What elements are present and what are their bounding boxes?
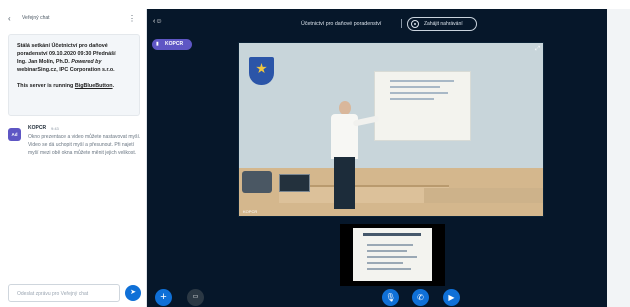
- slide-line: [390, 80, 454, 82]
- divider: [401, 19, 402, 28]
- public-chat-panel: ‹ Veřejný chat ⋮ Stálá setkání Účetnictv…: [0, 9, 147, 307]
- welcome-line-1: Stálá setkání Účetnictví pro daňové: [17, 43, 108, 49]
- emblem-logo: [249, 57, 274, 85]
- server-link[interactable]: BigBlueButton: [75, 83, 113, 89]
- start-recording-button[interactable]: Zahájit nahrávání: [407, 17, 477, 31]
- send-icon: ➤: [130, 289, 136, 296]
- avatar: Ad: [8, 128, 21, 141]
- camera-icon: ▶: [448, 293, 455, 302]
- meeting-title: Účetnictví pro daňové poradenství: [301, 21, 382, 27]
- plus-icon: +: [160, 291, 167, 303]
- welcome-message: Stálá setkání Účetnictví pro daňové pora…: [8, 34, 140, 116]
- chat-header: ‹ Veřejný chat ⋮: [8, 14, 140, 26]
- message-author: KOPCR: [28, 125, 47, 131]
- presentation-area: ‹☺ Účetnictví pro daňové poradenství Zah…: [147, 9, 628, 307]
- projector-screen: [374, 71, 471, 141]
- chat-message-input[interactable]: Odeslat zprávu pro Veřejný chat: [8, 284, 120, 302]
- record-icon: [411, 20, 419, 28]
- welcome-line-2: poradenství 09.10.2020 09:30 Přednáší: [17, 51, 116, 57]
- chat-options-icon[interactable]: ⋮: [128, 14, 136, 23]
- camera-button[interactable]: ▶: [443, 289, 460, 306]
- talking-icon: ▮: [156, 41, 159, 47]
- slide-bullet: [367, 262, 403, 264]
- screen-icon: ▭: [192, 294, 199, 300]
- phone-icon: ✆: [417, 293, 424, 302]
- slide-bullet: [367, 268, 411, 270]
- chat-message: Ad KOPCR 9:43 Okno prezentace a video mů…: [8, 125, 144, 175]
- screen-share-button[interactable]: ▭: [187, 289, 204, 306]
- welcome-line-4: webinarSing.cz, IPC Corporation s.r.o.: [17, 67, 115, 73]
- mute-button[interactable]: 🎙: [382, 289, 399, 306]
- laptop: [279, 174, 310, 192]
- fullscreen-icon[interactable]: ⤢: [535, 46, 540, 53]
- message-time: 9:43: [51, 126, 59, 131]
- video-caption: KOPCR: [243, 209, 258, 214]
- slide-line: [390, 98, 434, 100]
- record-label: Zahájit nahrávání: [424, 21, 463, 27]
- slide-bullet: [367, 256, 417, 258]
- webcam-video[interactable]: KOPCR ⤢: [238, 42, 544, 217]
- server-info: This server is running BigBlueButton.: [17, 83, 115, 89]
- chevron-left-icon[interactable]: ‹: [8, 14, 11, 23]
- send-button[interactable]: ➤: [125, 285, 141, 301]
- message-text: Okno prezentace a video můžete nastavova…: [28, 134, 141, 156]
- talking-indicator: ▮ KOPCR: [152, 39, 192, 50]
- welcome-line-3: Ing. Jan Molín, Ph.D. Powered by: [17, 59, 102, 65]
- chair: [242, 171, 272, 193]
- users-toggle-icon[interactable]: ‹☺: [153, 18, 162, 25]
- talker-name: KOPCR: [165, 41, 184, 47]
- slide-bullet: [367, 250, 407, 252]
- presenter-legs: [334, 157, 355, 209]
- desk: [424, 188, 543, 203]
- slide-title-bar: [363, 233, 421, 236]
- right-strip: [607, 9, 630, 307]
- slide-bullet: [367, 244, 413, 246]
- slide-line: [390, 92, 448, 94]
- microphone-icon: 🎙: [385, 293, 396, 302]
- slide-page: [353, 228, 432, 281]
- chat-title[interactable]: Veřejný chat: [22, 15, 50, 21]
- presenter-head: [339, 101, 351, 115]
- slide-line: [390, 86, 440, 88]
- top-bar: ‹☺ Účetnictví pro daňové poradenství Zah…: [147, 9, 607, 37]
- leave-audio-button[interactable]: ✆: [412, 289, 429, 306]
- actions-button[interactable]: +: [155, 289, 172, 306]
- presentation-slide[interactable]: [340, 224, 445, 286]
- powered-by: Powered by: [71, 59, 102, 65]
